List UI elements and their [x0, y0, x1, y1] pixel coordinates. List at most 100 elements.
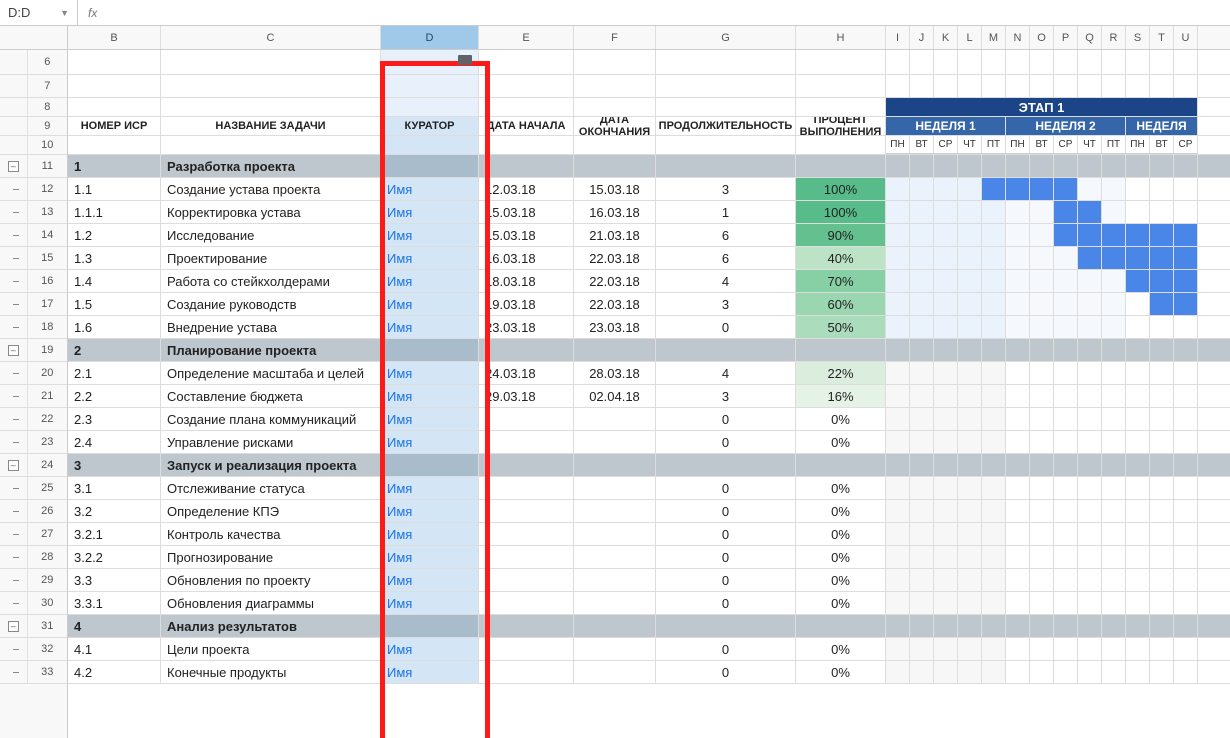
gantt-cell[interactable]: [934, 408, 958, 430]
cell[interactable]: [1126, 50, 1150, 74]
g[interactable]: [934, 339, 958, 361]
task-name-cell[interactable]: Управление рисками: [161, 431, 381, 453]
end-date-cell[interactable]: 22.03.18: [574, 293, 656, 315]
hdr-C[interactable]: [161, 98, 381, 116]
gantt-cell[interactable]: [1030, 546, 1054, 568]
gantt-cell[interactable]: [1078, 500, 1102, 522]
cell[interactable]: [934, 50, 958, 74]
g[interactable]: [886, 615, 910, 637]
gantt-cell[interactable]: [934, 293, 958, 315]
cell[interactable]: [1054, 75, 1078, 97]
gantt-cell[interactable]: [958, 569, 982, 591]
row-header[interactable]: 13: [28, 201, 67, 223]
g[interactable]: [1030, 615, 1054, 637]
gantt-cell[interactable]: [1006, 431, 1030, 453]
gantt-cell[interactable]: [1054, 385, 1078, 407]
start-date-cell[interactable]: [479, 523, 574, 545]
row-header[interactable]: 26: [28, 500, 67, 522]
cell[interactable]: [1030, 75, 1054, 97]
gantt-cell[interactable]: [958, 431, 982, 453]
phase-curator[interactable]: [381, 454, 479, 476]
gantt-cell[interactable]: [982, 201, 1006, 223]
start-date-cell[interactable]: 23.03.18: [479, 316, 574, 338]
gantt-cell[interactable]: [1030, 247, 1054, 269]
gantt-cell[interactable]: [1030, 638, 1054, 660]
gantt-cell[interactable]: [1006, 224, 1030, 246]
row-header[interactable]: 11: [28, 155, 67, 177]
curator-cell[interactable]: Имя: [381, 362, 479, 384]
start-date-cell[interactable]: 24.03.18: [479, 362, 574, 384]
task-name-cell[interactable]: Создание плана коммуникаций: [161, 408, 381, 430]
wbs-cell[interactable]: 3.3: [68, 569, 161, 591]
gantt-cell[interactable]: [1150, 408, 1174, 430]
col-header-B[interactable]: B: [68, 26, 161, 49]
cell[interactable]: [574, 50, 656, 74]
gantt-cell[interactable]: [1054, 316, 1078, 338]
c[interactable]: [479, 615, 574, 637]
g[interactable]: [1102, 454, 1126, 476]
cell[interactable]: [910, 50, 934, 74]
percent-cell[interactable]: 16%: [796, 385, 886, 407]
gantt-cell[interactable]: [1126, 362, 1150, 384]
gantt-cell[interactable]: [1030, 293, 1054, 315]
g[interactable]: [1030, 339, 1054, 361]
end-date-cell[interactable]: [574, 546, 656, 568]
gantt-cell[interactable]: [934, 523, 958, 545]
corner-box[interactable]: [0, 26, 68, 49]
row-header[interactable]: 29: [28, 569, 67, 591]
percent-cell[interactable]: 0%: [796, 592, 886, 614]
task-name-cell[interactable]: Составление бюджета: [161, 385, 381, 407]
cell[interactable]: [479, 50, 574, 74]
gantt-cell[interactable]: [1102, 362, 1126, 384]
g[interactable]: [1102, 615, 1126, 637]
task-name-cell[interactable]: Обновления по проекту: [161, 569, 381, 591]
gantt-cell[interactable]: [1030, 500, 1054, 522]
hdr-B[interactable]: [68, 98, 161, 116]
gantt-cell[interactable]: [910, 523, 934, 545]
wbs-cell[interactable]: 1.6: [68, 316, 161, 338]
gantt-cell[interactable]: [886, 546, 910, 568]
hdr-H[interactable]: [796, 98, 886, 116]
g[interactable]: [1150, 155, 1174, 177]
start-date-cell[interactable]: [479, 500, 574, 522]
gantt-cell[interactable]: [1102, 592, 1126, 614]
gantt-cell[interactable]: [1054, 500, 1078, 522]
curator-cell[interactable]: Имя: [381, 431, 479, 453]
cell[interactable]: [1078, 50, 1102, 74]
gantt-cell[interactable]: [1078, 523, 1102, 545]
gantt-cell[interactable]: [1078, 362, 1102, 384]
task-name-cell[interactable]: Прогнозирование: [161, 546, 381, 568]
week3-header[interactable]: НЕДЕЛЯ: [1126, 117, 1198, 135]
curator-cell[interactable]: Имя: [381, 293, 479, 315]
gantt-cell[interactable]: [1054, 247, 1078, 269]
grid-body[interactable]: ЭТАП 1НОМЕР ИСРНАЗВАНИЕ ЗАДАЧИКУРАТОРДАТ…: [68, 50, 1230, 738]
row-header[interactable]: 10: [28, 136, 67, 154]
gantt-cell[interactable]: [934, 247, 958, 269]
gantt-cell[interactable]: [886, 592, 910, 614]
gantt-cell[interactable]: [1006, 178, 1030, 200]
percent-cell[interactable]: 0%: [796, 408, 886, 430]
duration-cell[interactable]: 0: [656, 500, 796, 522]
gantt-cell[interactable]: [1150, 569, 1174, 591]
gantt-cell[interactable]: [1102, 408, 1126, 430]
gantt-cell[interactable]: [958, 247, 982, 269]
cell[interactable]: [1150, 50, 1174, 74]
gantt-cell[interactable]: [1150, 477, 1174, 499]
gantt-cell[interactable]: [982, 546, 1006, 568]
wbs-cell[interactable]: 3.3.1: [68, 592, 161, 614]
phase-title[interactable]: Планирование проекта: [161, 339, 381, 361]
wbs-cell[interactable]: 2.1: [68, 362, 161, 384]
gantt-cell[interactable]: [1078, 638, 1102, 660]
start-date-cell[interactable]: [479, 569, 574, 591]
gantt-cell[interactable]: [1174, 523, 1198, 545]
day-header[interactable]: ЧТ: [958, 136, 982, 154]
gantt-cell[interactable]: [1006, 201, 1030, 223]
column-select-handle-icon[interactable]: [458, 55, 472, 65]
gantt-cell[interactable]: [1150, 224, 1174, 246]
gantt-cell[interactable]: [982, 316, 1006, 338]
gantt-cell[interactable]: [1030, 408, 1054, 430]
g[interactable]: [1030, 454, 1054, 476]
curator-cell[interactable]: Имя: [381, 546, 479, 568]
duration-cell[interactable]: 3: [656, 178, 796, 200]
gantt-cell[interactable]: [934, 362, 958, 384]
